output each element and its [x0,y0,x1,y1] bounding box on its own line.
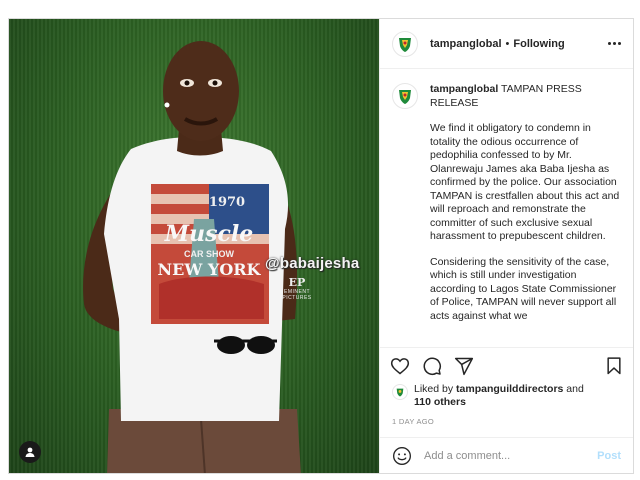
profile-avatar[interactable] [392,30,418,57]
emblem-icon [399,37,411,52]
post-dialog: 1970 Muscle CAR SHOW NEW YORK @babaijesh… [8,18,634,474]
header-username[interactable]: tampanglobal [430,38,502,50]
svg-text:1970: 1970 [209,195,245,210]
following-button[interactable]: Following [513,38,564,50]
post-header: tampanglobal • Following [380,19,633,69]
post-timestamp[interactable]: 1 DAY AGO [380,413,633,431]
caption-section: tampanglobal TAMPAN PRESS RELEASE We fin… [380,69,633,347]
emblem-icon [396,388,404,397]
more-options-icon[interactable] [608,42,621,45]
post-sidebar: tampanglobal • Following tampanglobal TA… [379,19,633,473]
emblem-icon [399,90,411,104]
liker-avatar[interactable] [392,384,408,400]
brand-name: EMINENT PICTURES [282,289,312,301]
share-icon[interactable] [454,356,474,376]
likes-summary: Liked by tampanguilddirectors and 110 ot… [380,383,633,413]
bookmark-icon[interactable] [605,356,623,376]
svg-text:NEW YORK: NEW YORK [158,260,262,279]
post-image[interactable]: 1970 Muscle CAR SHOW NEW YORK @babaijesh… [9,19,379,473]
svg-text:Muscle: Muscle [164,221,253,247]
header-separator: • [505,37,510,50]
liker-username[interactable]: tampanguilddirectors [456,383,563,395]
watermark-handle: @babaijesha [265,255,360,272]
user-tag-button[interactable] [19,441,41,463]
comment-bar: Post [380,437,633,473]
comment-icon[interactable] [422,356,442,376]
caption-text: tampanglobal TAMPAN PRESS RELEASE We fin… [430,83,621,323]
action-bar [380,347,633,383]
comment-input[interactable] [422,448,598,463]
caption-avatar[interactable] [392,83,418,109]
post-comment-button[interactable]: Post [597,450,621,462]
brand-monogram: EP [288,276,306,289]
svg-text:CAR SHOW: CAR SHOW [184,249,235,259]
user-tag-icon [25,447,35,457]
caption-paragraph: We find it obligatory to condemn in tota… [430,122,620,242]
heart-icon[interactable] [390,356,410,376]
emoji-icon[interactable] [392,446,412,466]
caption-username[interactable]: tampanglobal [430,83,498,95]
brand-logo: EP EMINENT PICTURES [275,276,319,302]
likes-count-link[interactable]: 110 others [414,396,466,408]
person-illustration: 1970 Muscle CAR SHOW NEW YORK [83,41,301,473]
likes-text: Liked by tampanguilddirectors and 110 ot… [414,383,584,408]
caption-paragraph: Considering the sensitivity of the case,… [430,255,617,322]
